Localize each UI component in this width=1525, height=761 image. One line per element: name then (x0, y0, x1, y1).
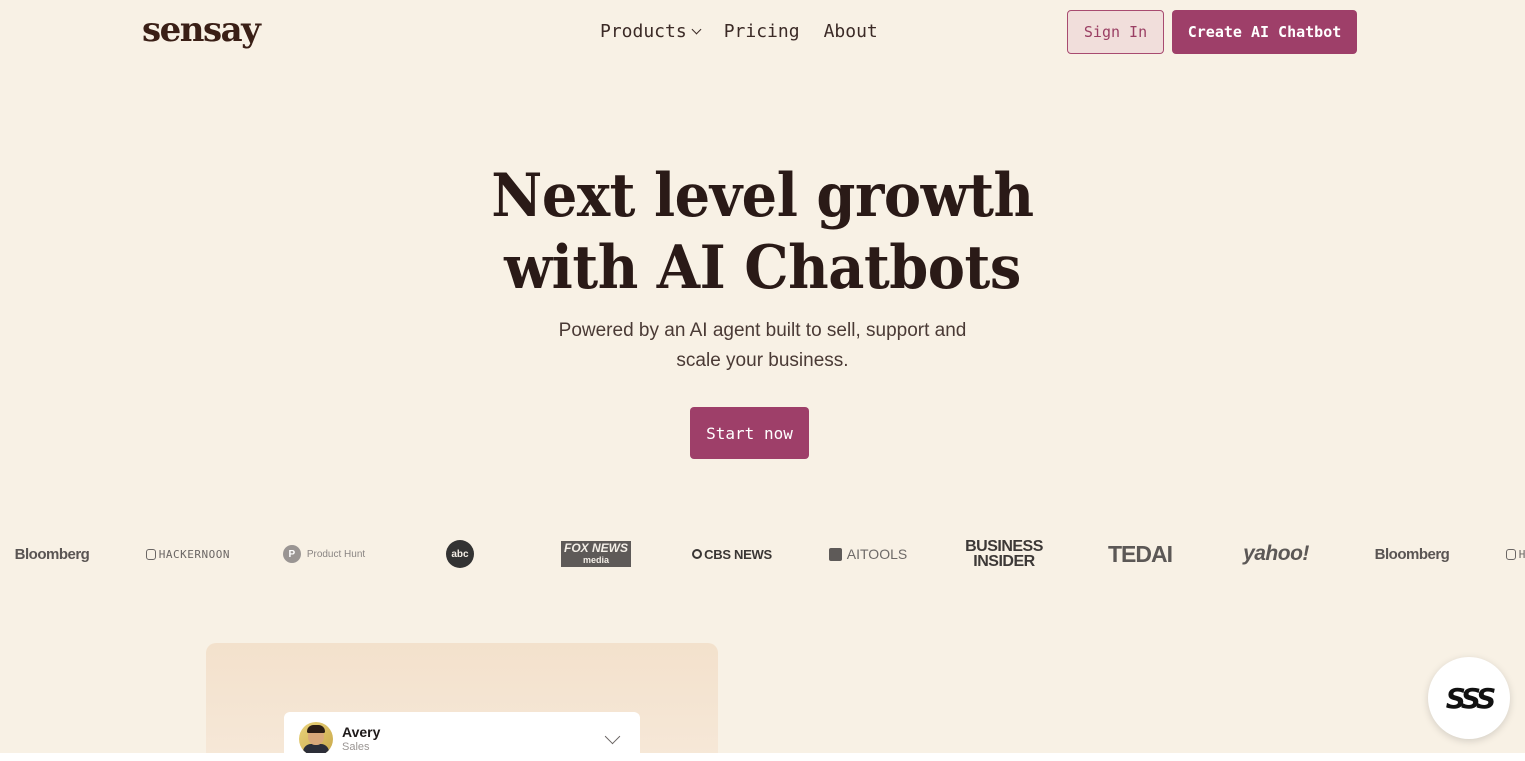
nav-about[interactable]: About (824, 18, 878, 46)
fox-line1: FOX NEWS (563, 541, 628, 555)
producthunt-label: Product Hunt (306, 548, 366, 560)
hackernoon-label-repeat: HACKERNOON (1518, 547, 1525, 561)
hackernoon-mark-icon (1506, 548, 1516, 560)
producthunt-icon: P (282, 545, 301, 563)
create-ai-chatbot-button[interactable]: Create AI Chatbot (1172, 10, 1357, 54)
sensay-mark-icon: SSS (1445, 681, 1496, 715)
bi-mark: BUSINESS INSIDER (965, 538, 1043, 570)
main-nav: Products Pricing About (600, 18, 902, 46)
chevron-down-icon (691, 24, 702, 35)
agent-name: Avery (342, 724, 381, 740)
bi-line2: INSIDER (973, 553, 1035, 570)
hero-title-line2: with AI Chatbots (504, 233, 1021, 303)
business-insider-logo: BUSINESS INSIDER (962, 532, 1046, 576)
hero-subtitle: Powered by an AI agent built to sell, su… (0, 316, 1525, 376)
press-logos-carousel: Bloomberg HACKERNOON P Product Hunt abc … (0, 532, 1525, 576)
avatar (299, 722, 333, 756)
cbs-eye-icon (692, 549, 703, 559)
nav-about-label: About (823, 21, 878, 42)
abc-label: abc (446, 540, 474, 568)
start-now-button[interactable]: Start now (690, 407, 809, 459)
hackernoon-mark-icon (146, 548, 156, 560)
nav-products-label: Products (600, 21, 687, 42)
nav-products[interactable]: Products (600, 18, 702, 46)
producthunt-logo: P Product Hunt (282, 532, 366, 576)
site-header: sensay Products Pricing About Sign In Cr… (0, 0, 1525, 64)
bloomberg-logo: Bloomberg (14, 545, 90, 563)
bottom-strip (0, 753, 1525, 761)
bi-line1: BUSINESS (965, 538, 1043, 555)
chat-widget-button[interactable]: SSS (1428, 657, 1510, 739)
fox-line2: media (582, 555, 609, 566)
nav-pricing[interactable]: Pricing (724, 18, 800, 46)
cbs-news-logo: CBS NEWS (690, 532, 774, 576)
chevron-down-icon[interactable] (604, 728, 621, 745)
sign-in-button[interactable]: Sign In (1067, 10, 1164, 54)
hero-subtitle-line1: Powered by an AI agent built to sell, su… (558, 320, 967, 341)
hero-subtitle-line2: scale your business. (676, 350, 849, 371)
hackernoon-label: HACKERNOON (158, 547, 230, 561)
abc-logo: abc (418, 532, 502, 576)
avatar-hair (307, 725, 325, 733)
hackernoon-logo: HACKERNOON (146, 532, 230, 576)
cbs-label: CBS NEWS (704, 546, 772, 562)
fox-mark: FOX NEWS media (560, 541, 631, 567)
sensay-logo[interactable]: sensay (142, 8, 261, 52)
hero-title: Next level growth with AI Chatbots (53, 160, 1471, 304)
foxnews-media-logo: FOX NEWS media (554, 532, 638, 576)
hackernoon-logo-repeat: HACKERNOON (1506, 532, 1525, 576)
aitools-logo: AITOOLS (826, 532, 910, 576)
tedai-logo: TEDAI (1108, 540, 1173, 567)
aitools-label: AITOOLS (846, 546, 908, 562)
bloomberg-logo-repeat: Bloomberg (1374, 545, 1450, 563)
aitools-icon (828, 547, 842, 561)
nav-pricing-label: Pricing (723, 21, 800, 42)
yahoo-logo: yahoo! (1243, 542, 1309, 565)
hero-title-line1: Next level growth (491, 161, 1034, 231)
agent-role: Sales (342, 741, 370, 753)
